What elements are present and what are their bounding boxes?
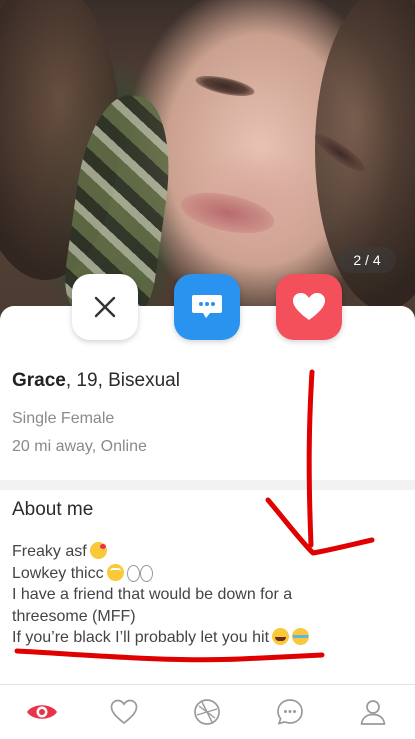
profile-name: Grace bbox=[12, 370, 66, 391]
profile-icon bbox=[360, 700, 386, 725]
bottom-tab-bar bbox=[0, 684, 415, 739]
heart-icon bbox=[293, 293, 325, 320]
tab-messages[interactable] bbox=[273, 695, 307, 729]
tab-discover[interactable] bbox=[25, 695, 59, 729]
close-icon bbox=[94, 296, 116, 318]
pass-button[interactable] bbox=[72, 274, 138, 340]
aperture-icon bbox=[194, 699, 220, 725]
about-line: threesome (MFF) bbox=[12, 607, 136, 625]
profile-distance: 20 mi away, Online bbox=[12, 438, 147, 455]
tab-likes[interactable] bbox=[107, 695, 141, 729]
like-button[interactable] bbox=[276, 274, 342, 340]
kiss-emoji-icon bbox=[89, 542, 107, 559]
flushed-emoji-icon bbox=[106, 563, 124, 581]
about-line: If you’re black I’ll probably let you hi… bbox=[12, 627, 407, 649]
about-line: Freaky asf bbox=[12, 541, 407, 563]
profile-name-line: Grace, 19, Bisexual bbox=[12, 370, 180, 392]
photo-lips bbox=[177, 185, 278, 241]
tab-explore[interactable] bbox=[190, 695, 224, 729]
about-line: Lowkey thicc bbox=[12, 563, 407, 585]
laughing-emoji-icon bbox=[272, 628, 290, 645]
profile-details: , 19, Bisexual bbox=[65, 370, 180, 391]
about-title: About me bbox=[12, 499, 94, 520]
profile-status: Single Female bbox=[12, 410, 115, 427]
chat-bubble-icon bbox=[192, 295, 222, 318]
photo-counter: 2 / 4 bbox=[338, 247, 396, 273]
section-divider bbox=[0, 480, 415, 490]
about-body: Freaky asf Lowkey thicc I have a friend th… bbox=[12, 541, 407, 649]
eyes-emoji-icon bbox=[126, 564, 153, 582]
heart-outline-icon bbox=[110, 699, 138, 725]
message-button[interactable] bbox=[174, 274, 240, 340]
tab-profile[interactable] bbox=[356, 695, 390, 729]
about-line: I have a friend that would be down for a bbox=[12, 586, 293, 603]
chat-icon bbox=[277, 699, 303, 725]
crying-emoji-icon bbox=[292, 628, 310, 645]
photo-eye-left bbox=[193, 71, 257, 101]
eye-icon bbox=[27, 705, 57, 719]
